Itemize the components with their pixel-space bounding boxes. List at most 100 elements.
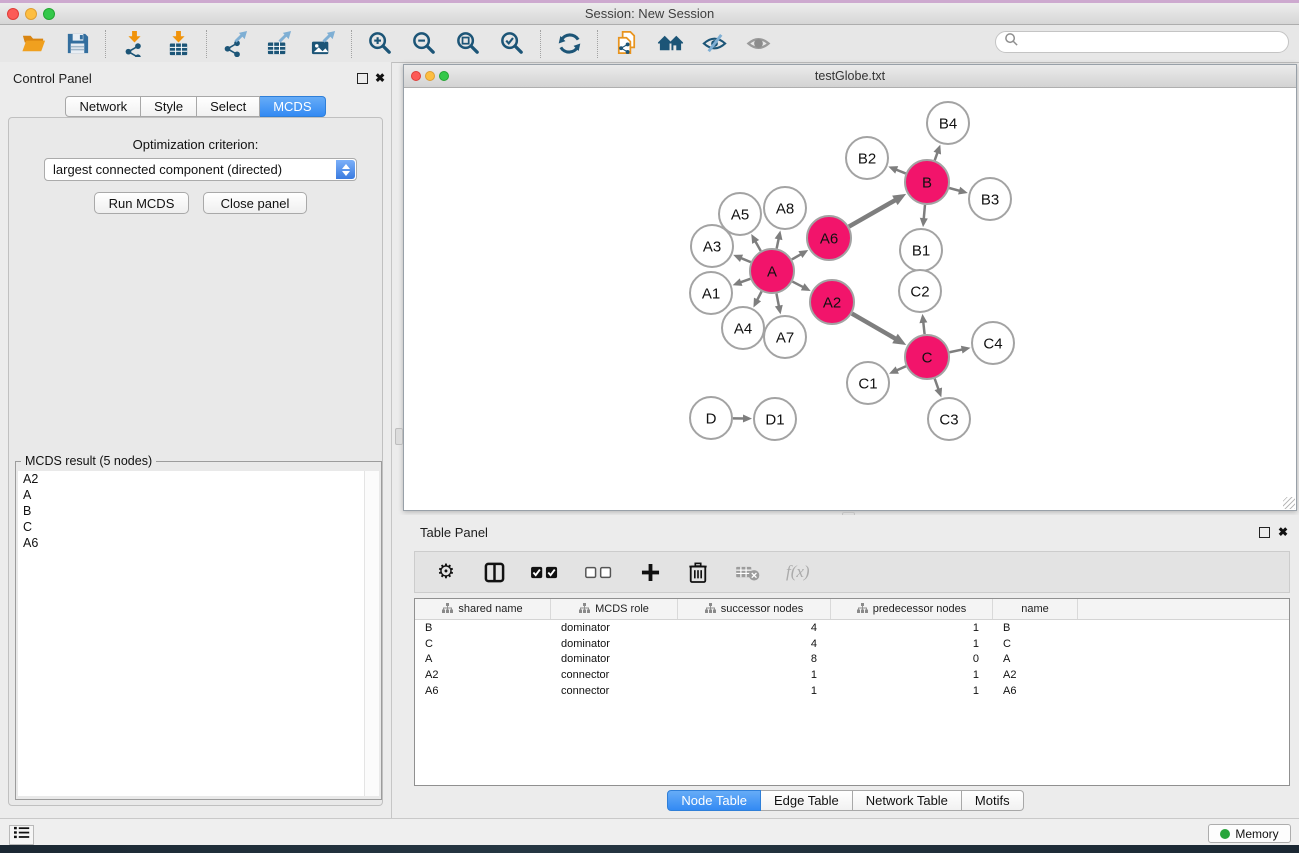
graph-node-C3[interactable]: C3 (928, 398, 970, 440)
export-table-icon[interactable] (265, 29, 294, 58)
tab-node-table[interactable]: Node Table (667, 790, 761, 811)
graph-node-B3[interactable]: B3 (969, 178, 1011, 220)
mcds-result-item[interactable]: A (18, 487, 365, 503)
save-session-icon[interactable] (63, 29, 92, 58)
zoom-fit-icon[interactable] (454, 29, 483, 58)
graph-edge-C-C2[interactable] (923, 322, 924, 334)
graph-edge-A2-C[interactable] (852, 314, 896, 339)
graph-edge-A-A7[interactable] (776, 294, 779, 307)
graph-edge-B-B1[interactable] (924, 205, 925, 219)
show-details-icon[interactable] (744, 29, 773, 58)
graph-node-B2[interactable]: B2 (846, 137, 888, 179)
tab-motifs[interactable]: Motifs (962, 790, 1024, 811)
graph-node-A7[interactable]: A7 (764, 316, 806, 358)
graph-edge-A-A1[interactable] (740, 279, 750, 283)
column-header-predecessor-nodes[interactable]: predecessor nodes (831, 599, 993, 619)
mcds-result-item[interactable]: A2 (18, 471, 365, 487)
tab-edge-table[interactable]: Edge Table (761, 790, 853, 811)
graph-edge-A-A8[interactable] (777, 238, 779, 248)
graph-edge-A-A2[interactable] (792, 282, 803, 288)
deselect-all-icon[interactable] (585, 559, 613, 585)
graph-node-A[interactable]: A (750, 249, 794, 293)
close-table-panel-icon[interactable]: ✖ (1278, 526, 1288, 538)
table-settings-icon[interactable]: ⚙ (435, 559, 457, 585)
network-graph-canvas[interactable]: AA1A2A3A4A5A6A7A8BB1B2B3B4CC1C2C3C4DD1 (404, 88, 1296, 511)
criterion-dropdown[interactable]: largest connected component (directed) (44, 158, 357, 181)
mcds-result-item[interactable]: B (18, 503, 365, 519)
tab-style[interactable]: Style (141, 96, 197, 117)
add-row-icon[interactable] (639, 559, 661, 585)
network-minimize-button[interactable] (425, 71, 435, 81)
graph-edge-B-B4[interactable] (935, 152, 938, 160)
tab-network-table[interactable]: Network Table (853, 790, 962, 811)
graph-edge-A-A3[interactable] (741, 258, 751, 262)
graph-edge-C-C4[interactable] (949, 349, 962, 352)
table-row[interactable]: Bdominator41B (415, 620, 1289, 636)
search-input[interactable] (1024, 34, 1288, 50)
graph-edge-A6-B[interactable] (849, 200, 896, 227)
memory-button[interactable]: Memory (1208, 824, 1291, 843)
column-header-name[interactable]: name (993, 599, 1078, 619)
graph-node-B4[interactable]: B4 (927, 102, 969, 144)
graph-node-A2[interactable]: A2 (810, 280, 854, 324)
graph-edge-A-A4[interactable] (757, 291, 762, 300)
toggle-columns-icon[interactable] (483, 559, 505, 585)
home-icon[interactable] (656, 29, 685, 58)
graph-node-B1[interactable]: B1 (900, 229, 942, 271)
graph-node-B[interactable]: B (905, 160, 949, 204)
tab-select[interactable]: Select (197, 96, 260, 117)
mcds-result-item[interactable]: A6 (18, 535, 365, 551)
refresh-icon[interactable] (555, 29, 584, 58)
mcds-result-item[interactable]: C (18, 519, 365, 535)
column-header-shared-name[interactable]: shared name (415, 599, 551, 619)
column-header-successor-nodes[interactable]: successor nodes (678, 599, 831, 619)
float-table-panel-icon[interactable] (1259, 527, 1270, 538)
graph-edge-A-A6[interactable] (792, 254, 801, 259)
network-close-button[interactable] (411, 71, 421, 81)
graph-edge-C-C3[interactable] (935, 379, 939, 390)
graph-node-A8[interactable]: A8 (764, 187, 806, 229)
zoom-selected-icon[interactable] (498, 29, 527, 58)
graph-edge-A-A5[interactable] (755, 241, 761, 251)
graph-node-C2[interactable]: C2 (899, 270, 941, 312)
graph-node-C[interactable]: C (905, 335, 949, 379)
graph-node-D1[interactable]: D1 (754, 398, 796, 440)
graph-edge-B-B3[interactable] (949, 188, 960, 191)
close-panel-icon[interactable]: ✖ (375, 72, 385, 84)
graph-node-A5[interactable]: A5 (719, 193, 761, 235)
vertical-splitter-handle[interactable] (395, 428, 403, 445)
graph-node-C1[interactable]: C1 (847, 362, 889, 404)
import-network-icon[interactable] (120, 29, 149, 58)
tab-mcds[interactable]: MCDS (260, 96, 325, 117)
close-window-button[interactable] (7, 8, 19, 20)
run-mcds-button[interactable]: Run MCDS (94, 192, 189, 214)
graph-node-A1[interactable]: A1 (690, 272, 732, 314)
export-network-icon[interactable] (221, 29, 250, 58)
graph-node-A6[interactable]: A6 (807, 216, 851, 260)
import-table-icon[interactable] (164, 29, 193, 58)
close-panel-button[interactable]: Close panel (203, 192, 307, 214)
column-header-MCDS-role[interactable]: MCDS role (551, 599, 678, 619)
table-row[interactable]: A2connector11A2 (415, 667, 1289, 683)
graph-edge-C-C1[interactable] (896, 366, 906, 370)
minimize-window-button[interactable] (25, 8, 37, 20)
open-session-icon[interactable] (19, 29, 48, 58)
zoom-window-button[interactable] (43, 8, 55, 20)
mcds-result-scrollbar[interactable] (364, 471, 379, 796)
select-all-icon[interactable] (531, 559, 559, 585)
hide-details-icon[interactable] (700, 29, 729, 58)
tab-network[interactable]: Network (65, 96, 141, 117)
graph-node-D[interactable]: D (690, 397, 732, 439)
delete-row-icon[interactable] (687, 559, 709, 585)
network-zoom-button[interactable] (439, 71, 449, 81)
duplicate-network-icon[interactable] (612, 29, 641, 58)
graph-edge-B-B2[interactable] (896, 170, 906, 174)
float-panel-icon[interactable] (357, 73, 368, 84)
table-row[interactable]: Adominator80A (415, 651, 1289, 667)
zoom-out-icon[interactable] (410, 29, 439, 58)
table-row[interactable]: Cdominator41C (415, 636, 1289, 652)
window-resize-grip[interactable] (1283, 497, 1295, 509)
graph-node-A4[interactable]: A4 (722, 307, 764, 349)
zoom-in-icon[interactable] (366, 29, 395, 58)
graph-node-C4[interactable]: C4 (972, 322, 1014, 364)
